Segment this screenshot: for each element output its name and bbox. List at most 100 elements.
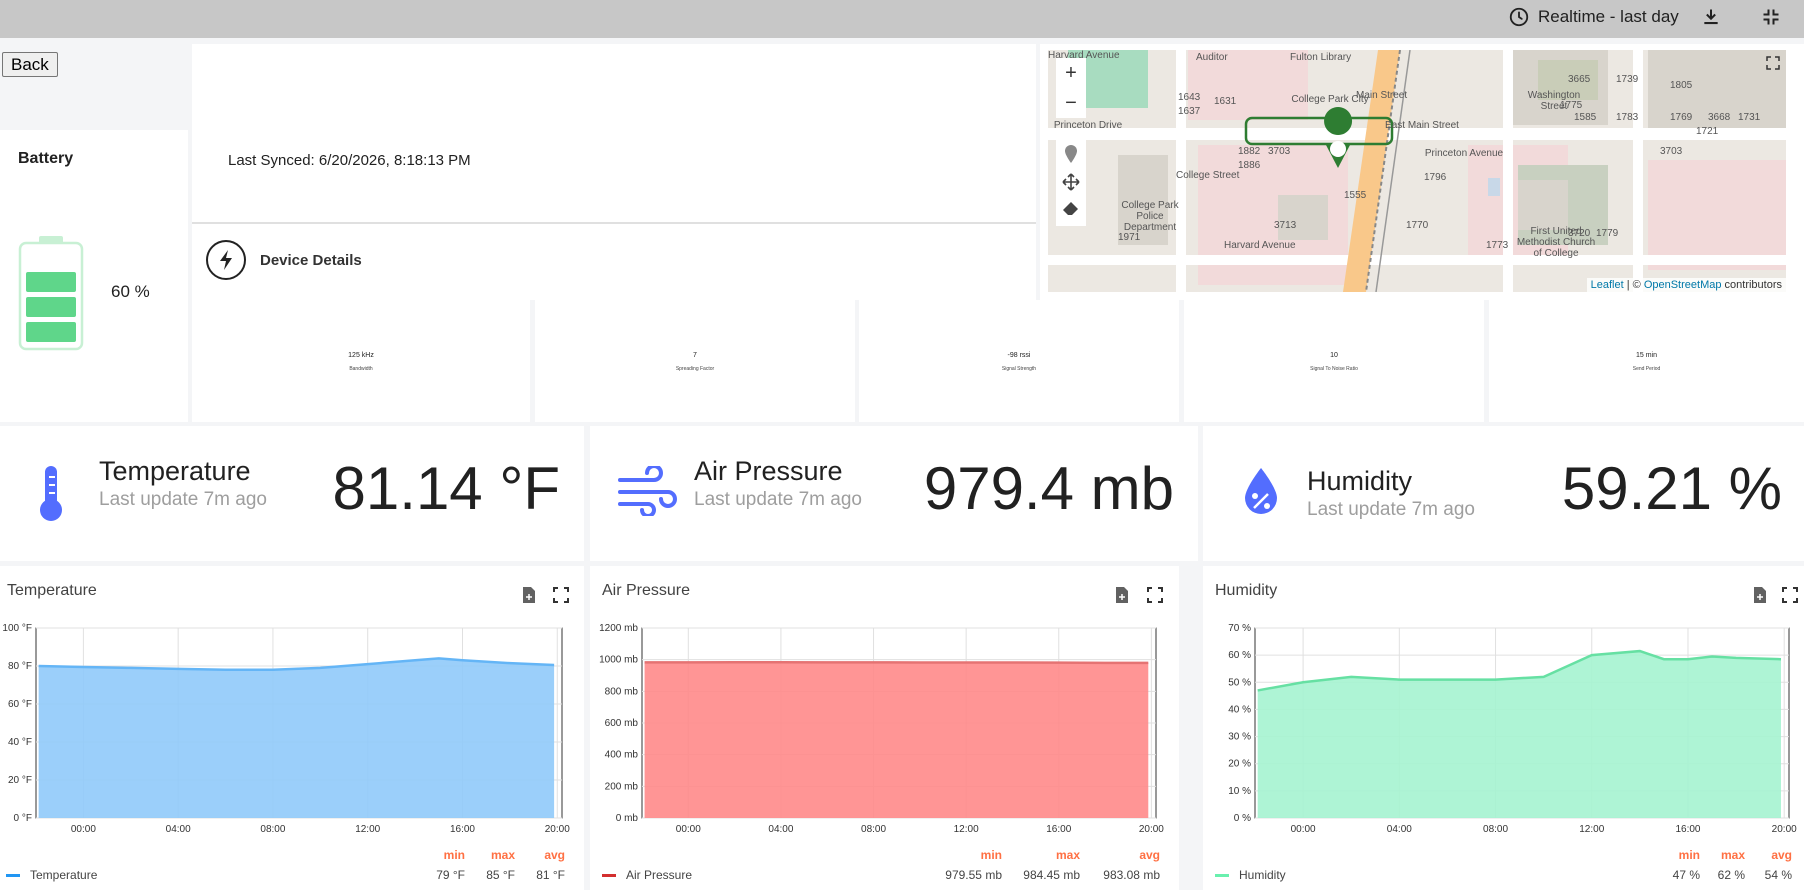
map-label: College Park Police Department (1121, 200, 1179, 233)
y-tick-label: 70 % (1228, 623, 1251, 634)
map-label: East Main Street (1385, 120, 1459, 131)
metric-humidity: Humidity Last update 7m ago 59.21 % (1203, 426, 1804, 561)
x-tick-label: 20:00 (1772, 824, 1797, 835)
x-tick-label: 08:00 (1483, 824, 1508, 835)
legend-temperature[interactable]: Temperature (6, 868, 97, 882)
map-label: 3668 (1708, 112, 1731, 123)
legend-humidity[interactable]: Humidity (1215, 868, 1286, 882)
y-tick-label: 50 % (1228, 677, 1251, 688)
y-tick-label: 600 mb (605, 718, 639, 729)
metric-value: 81.14 °F (332, 455, 560, 522)
time-range-label: Realtime - last day (1538, 7, 1679, 26)
back-button[interactable]: Back (2, 52, 58, 77)
y-tick-label: 0 % (1234, 813, 1251, 824)
y-tick-label: 80 °F (8, 661, 32, 672)
area-fill (38, 658, 555, 818)
y-tick-label: 0 °F (14, 813, 32, 824)
legend-avg-header: avg (544, 848, 565, 862)
location-pin-icon[interactable] (1064, 145, 1078, 163)
clock-icon (1509, 7, 1529, 27)
map-label: 1779 (1596, 228, 1619, 239)
map-label: Harvard Avenue (1224, 240, 1296, 251)
map-label: 1731 (1738, 112, 1761, 123)
map-zoom-out-button[interactable]: − (1056, 88, 1086, 118)
air-pressure-chart: 0 mb 200 mb 400 mb 600 mb 800 mb 1000 mb 1200 … (599, 623, 1164, 835)
map-fullscreen-icon[interactable] (1766, 56, 1780, 70)
legend-avg-header: avg (1139, 848, 1160, 862)
legend-air-pressure[interactable]: Air Pressure (602, 868, 692, 882)
move-icon[interactable] (1062, 173, 1080, 191)
map-label: 1971 (1118, 232, 1141, 243)
y-tick-label: 200 mb (605, 781, 639, 792)
x-tick-label: 00:00 (1291, 824, 1316, 835)
legend-min-value: 979.55 mb (945, 868, 1002, 882)
x-tick-label: 20:00 (545, 824, 570, 835)
humidity-drop-icon (1245, 468, 1277, 514)
x-tick-label: 20:00 (1139, 824, 1164, 835)
x-tick-label: 04:00 (166, 824, 191, 835)
eraser-icon[interactable] (1062, 201, 1080, 217)
exit-fullscreen-icon[interactable] (1758, 4, 1784, 30)
metric-title: Temperature (99, 456, 251, 486)
device-details-button[interactable]: Device Details (206, 240, 362, 280)
x-tick-label: 04:00 (768, 824, 793, 835)
map-draw-toolbar (1056, 136, 1086, 226)
map-label: 3713 (1274, 220, 1297, 231)
y-tick-label: 60 °F (8, 699, 32, 710)
battery-title: Battery (18, 150, 74, 167)
map-label: 1796 (1424, 172, 1447, 183)
map-label: Fulton Library (1290, 52, 1352, 63)
map-label: Harvard Avenue (1048, 50, 1120, 61)
map-label: 3703 (1660, 146, 1683, 157)
map-view[interactable]: + − Leaflet | © OpenStreetMap contributo… (1048, 50, 1786, 292)
map-label: 3720 (1568, 228, 1591, 239)
metric-air-pressure: Air Pressure Last update 7m ago 979.4 mb (590, 426, 1198, 561)
x-tick-label: 12:00 (355, 824, 380, 835)
y-tick-label: 100 °F (2, 623, 32, 634)
map-label: 1769 (1670, 112, 1693, 123)
metric-subtitle: Last update 7m ago (694, 489, 862, 510)
x-tick-label: 00:00 (676, 824, 701, 835)
legend-avg-header: avg (1771, 848, 1792, 862)
map-zoom-in-button[interactable]: + (1056, 58, 1086, 88)
stat-bandwidth: 125 kHz Bandwidth (192, 300, 530, 422)
legend-max-header: max (1055, 848, 1080, 862)
metric-title: Air Pressure (694, 456, 843, 486)
metric-subtitle: Last update 7m ago (99, 489, 267, 510)
series-line (644, 660, 1149, 665)
osm-link[interactable]: OpenStreetMap (1644, 279, 1722, 291)
battery-icon (18, 236, 84, 351)
map-label: College Street (1176, 170, 1240, 181)
metric-temperature: Temperature Last update 7m ago 81.14 °F (0, 426, 584, 561)
x-tick-label: 16:00 (1046, 824, 1071, 835)
y-tick-label: 40 °F (8, 737, 32, 748)
map-label: Princeton Drive (1053, 120, 1123, 131)
map-attribution: Leaflet | © OpenStreetMap contributors (1586, 278, 1786, 292)
legend-swatch (1215, 873, 1229, 877)
y-tick-label: 60 % (1228, 650, 1251, 661)
download-icon[interactable] (1698, 4, 1724, 30)
metric-value: 979.4 mb (923, 455, 1174, 522)
y-tick-label: 10 % (1228, 786, 1251, 797)
y-tick-label: 400 mb (605, 750, 639, 761)
map-label: 1775 (1560, 100, 1583, 111)
map-label: 1637 (1178, 106, 1201, 117)
area-fill (644, 662, 1149, 818)
battery-percent: 60 % (111, 282, 150, 301)
legend-min-header: min (980, 848, 1002, 862)
x-tick-label: 08:00 (861, 824, 886, 835)
time-range-selector[interactable]: Realtime - last day (1508, 2, 1679, 32)
x-tick-label: 12:00 (1579, 824, 1604, 835)
chart-card-air-pressure: Air Pressure 0 mb 200 mb 400 mb 600 mb 800 m… (590, 566, 1179, 890)
stat-spreading-factor: 7 Spreading Factor (535, 300, 855, 422)
x-tick-label: 16:00 (1675, 824, 1700, 835)
x-tick-label: 08:00 (260, 824, 285, 835)
map-label: 1886 (1238, 160, 1261, 171)
leaflet-link[interactable]: Leaflet (1591, 279, 1624, 291)
map-label: 1773 (1486, 240, 1509, 251)
map-label: 1585 (1574, 112, 1597, 123)
metric-title: Humidity (1307, 466, 1413, 496)
last-synced-text: Last Synced: 6/20/2026, 8:18:13 PM (228, 152, 471, 169)
y-tick-label: 30 % (1228, 732, 1251, 743)
stat-send-period: 15 min Send Period (1489, 300, 1804, 422)
